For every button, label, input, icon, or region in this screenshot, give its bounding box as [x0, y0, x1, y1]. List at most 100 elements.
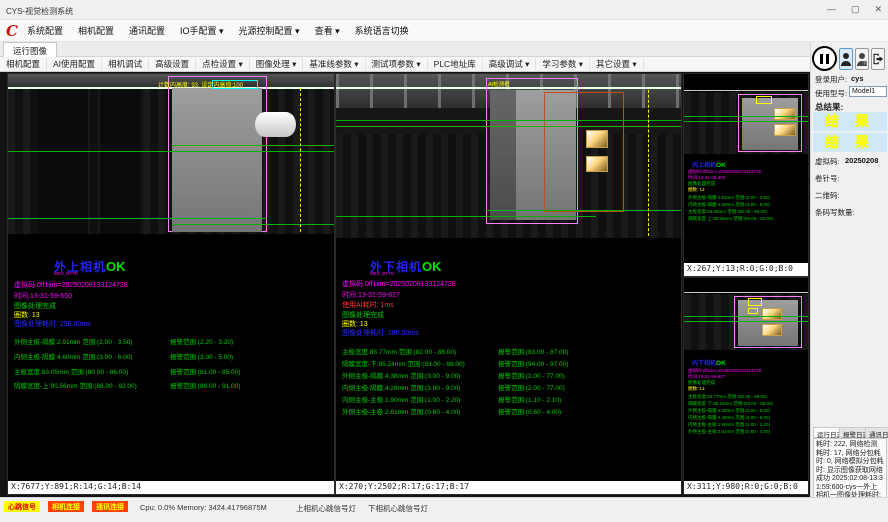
ai-elapsed-line: 使用AI耗时: 1ms: [342, 301, 394, 310]
tab-foil-chip: [586, 156, 608, 172]
toolbar-item-camera-debug[interactable]: 相机调试: [102, 58, 149, 70]
measure-line-green: [8, 218, 267, 219]
processing-done-line: 图像处理完成: [688, 380, 715, 386]
measurement-row: 外侧主极-隔膜:4.38mm 范围:(3.00 - 9.00)报警范围:(2.0…: [342, 370, 675, 380]
tab-foil-chip: [586, 130, 608, 148]
measurement-text: 内侧主极-隔膜:4.28mm 范围:(3.00 - 9.00): [688, 415, 770, 421]
measure-line-green: [684, 316, 808, 317]
menu-item-camera-config[interactable]: 相机配置: [78, 24, 114, 37]
toolbar-item-baseline-params[interactable]: 基准线参数 ▾: [303, 58, 365, 70]
menu-item-system-config[interactable]: 系统配置: [27, 24, 63, 37]
measurement-text: 外侧主极-主极:2.61mm 范围:(0.60 - 4.00): [688, 429, 770, 435]
tab-strip: 运行图像: [0, 42, 810, 57]
dark-column: [100, 88, 140, 234]
result-ok-text: OK: [106, 259, 126, 274]
camera-connect-status-badge: 相机连接: [48, 501, 84, 512]
roi-rect-yellow: [748, 298, 762, 306]
exit-door-icon: [872, 52, 884, 66]
measure-line-green: [8, 151, 334, 152]
measurement-text: 内侧主极-隔膜:4.60mm 范围:(3.00 - 6.00): [14, 354, 132, 361]
alarm-range-text: 报警范围:(89.00 - 91.00): [170, 380, 240, 390]
window-title: CYS-视觉检测系统: [6, 6, 73, 17]
toolbar-item-camera-config[interactable]: 相机配置: [0, 58, 47, 70]
measurement-text: 主极宽度:83.05mm 范围:(80.00 - 86.00): [14, 369, 128, 376]
right-sidebar: 登录用户: cys 使用型号: Model1 总结果: 结 果 结 果 虚拟码:…: [810, 42, 888, 497]
measurement-row: 隔膜宽度-下:95.24mm 范围:(93.00 - 98.00)报警范围:(9…: [342, 358, 675, 368]
toolbar-item-learning-params[interactable]: 学习参数 ▾: [536, 58, 590, 70]
time-line: 时间:13-31-59-650: [14, 292, 72, 301]
block-shadow: [490, 90, 516, 220]
toolbar: 相机配置 AI使用配置 相机调试 高级设置 点检设置 ▾ 图像处理 ▾ 基准线参…: [0, 57, 810, 72]
measure-line-green: [172, 145, 334, 146]
measurement-text: 内侧主极-隔膜:4.28mm 范围:(3.00 - 9.00): [342, 385, 460, 392]
dark-column: [38, 88, 88, 234]
measure-line-green: [684, 116, 808, 117]
operator-button[interactable]: [855, 48, 869, 70]
alarm-range-text: 报警范围:(1.10 - 2.10): [498, 394, 561, 404]
pixel-coordinate-strip: X:7677;Y:891;R:14;G:14;B:14: [8, 481, 334, 494]
toolbar-item-image-processing[interactable]: 图像处理 ▾: [250, 58, 304, 70]
close-icon[interactable]: ✕: [874, 4, 882, 15]
exit-button[interactable]: [871, 48, 885, 70]
roi-rect-yellow: [756, 96, 772, 104]
measurement-text: 主极宽度:83.05mm 范围:(80.00 - 86.00): [688, 209, 767, 215]
measure-line-green: [684, 321, 808, 322]
toolbar-item-other-settings[interactable]: 其它设置 ▾: [590, 58, 644, 70]
measurement-text: 隔膜宽度-上:90.56mm 范围:(88.00 - 92.00): [688, 216, 773, 222]
toolbar-item-advanced-debug[interactable]: 高级调试 ▾: [483, 58, 537, 70]
result-ok-text: OK: [422, 259, 442, 274]
model-label: 使用型号:: [815, 88, 847, 99]
measurement-text: 内侧主极-主极:1.90mm 范围:(1.00 - 2.20): [342, 397, 460, 404]
alarm-range-text: 报警范围:(83.00 - 87.00): [498, 346, 568, 356]
electrode-block: [738, 300, 798, 346]
toolbar-item-spot-check[interactable]: 点检设置 ▾: [196, 58, 250, 70]
pause-button[interactable]: [812, 46, 837, 71]
heartbeat-status-badge: 心跳信号: [4, 501, 40, 512]
camera-image-outer-lower[interactable]: AI检测框: [336, 74, 681, 238]
alarm-range-text: 报警范围:(81.00 - 85.00): [170, 366, 240, 376]
pause-icon: [820, 54, 823, 64]
user-login-button[interactable]: [839, 48, 853, 70]
measure-line-green: [684, 121, 808, 122]
mes-byte-label: MES_BYTE: [370, 271, 394, 276]
camera-image-outer-upper[interactable]: 计数内高度: 93, 设定内高值:100: [8, 74, 334, 234]
roi-rect-yellow: [748, 308, 758, 314]
result-ok-text: OK: [716, 162, 726, 169]
time-line: 时间:13-31-59-650: [688, 175, 725, 181]
toolbar-item-advanced-settings[interactable]: 高级设置: [149, 58, 196, 70]
tab-comm-log[interactable]: 通讯日志: [865, 427, 888, 438]
camera-panel-inner-lower: 内下相机OK 虚拟码:0ff1iim=20250208133124728 时间:…: [684, 278, 808, 494]
upper-camera-heartbeat-label: 上相机心跳信号灯: [296, 503, 356, 514]
log-output[interactable]: 耗时: 222, 网络检测耗时: 17, 网络分包耗时: 0, 网络模拟分包耗时…: [813, 438, 887, 500]
toolbar-item-ai-usage-config[interactable]: AI使用配置: [47, 58, 102, 70]
camera-title: 内上相机OK: [692, 160, 726, 169]
measurement-text: 外侧主极-隔膜:4.38mm 范围:(3.00 - 9.00): [342, 373, 460, 380]
camera-panel-outer-lower: AI检测框 外下相机OK MES_BYTE 虚拟码:0ff1iim=202502…: [336, 74, 681, 494]
main-area: 计数内高度: 93, 设定内高值:100 外上相机OK MES_BYTE 虚拟码…: [0, 72, 810, 497]
virtual-code-line: 虚拟码:0ff1iim=20250208133124728: [688, 368, 761, 374]
elapsed-line: 图像处理耗时: 258.00ms: [14, 320, 91, 329]
maximize-icon[interactable]: ▢: [851, 4, 860, 15]
camera-image-inner-lower[interactable]: [684, 294, 808, 350]
bright-edge-line: [684, 292, 808, 293]
alarm-range-text: 报警范围:(3.00 - 5.00): [170, 351, 233, 361]
mes-byte-label: MES_BYTE: [54, 271, 78, 276]
measurement-row: 外侧主极-主极:2.61mm 范围:(0.60 - 4.00)报警范围:(0.6…: [342, 406, 675, 416]
menu-item-view[interactable]: 查看 ▾: [315, 24, 340, 37]
tab-run-image[interactable]: 运行图像: [3, 42, 57, 57]
minimize-icon[interactable]: —: [827, 4, 836, 15]
app-logo-icon: C: [6, 22, 18, 40]
bright-edge-line: [684, 90, 808, 91]
toolbar-item-plc-address[interactable]: PLC地址库: [428, 58, 483, 70]
virtual-code-label: 虚拟码:: [815, 156, 840, 167]
menu-item-language-switch[interactable]: 系统语言切换: [355, 24, 409, 37]
toolbar-item-test-params[interactable]: 测试项参数 ▾: [366, 58, 428, 70]
measurement-text: 隔膜宽度-下:95.24mm 范围:(93.00 - 98.00): [342, 361, 465, 368]
alarm-range-text: 报警范围:(2.20 - 3.20): [170, 336, 233, 346]
ai-detect-annotation: AI检测框: [488, 80, 510, 88]
model-select[interactable]: Model1: [849, 86, 887, 97]
menu-item-light-config[interactable]: 光源控制配置 ▾: [239, 24, 300, 37]
camera-image-inner-upper[interactable]: [684, 92, 808, 154]
menu-item-io-config[interactable]: IO手配置 ▾: [180, 24, 224, 37]
menu-item-comm-config[interactable]: 通讯配置: [129, 24, 165, 37]
